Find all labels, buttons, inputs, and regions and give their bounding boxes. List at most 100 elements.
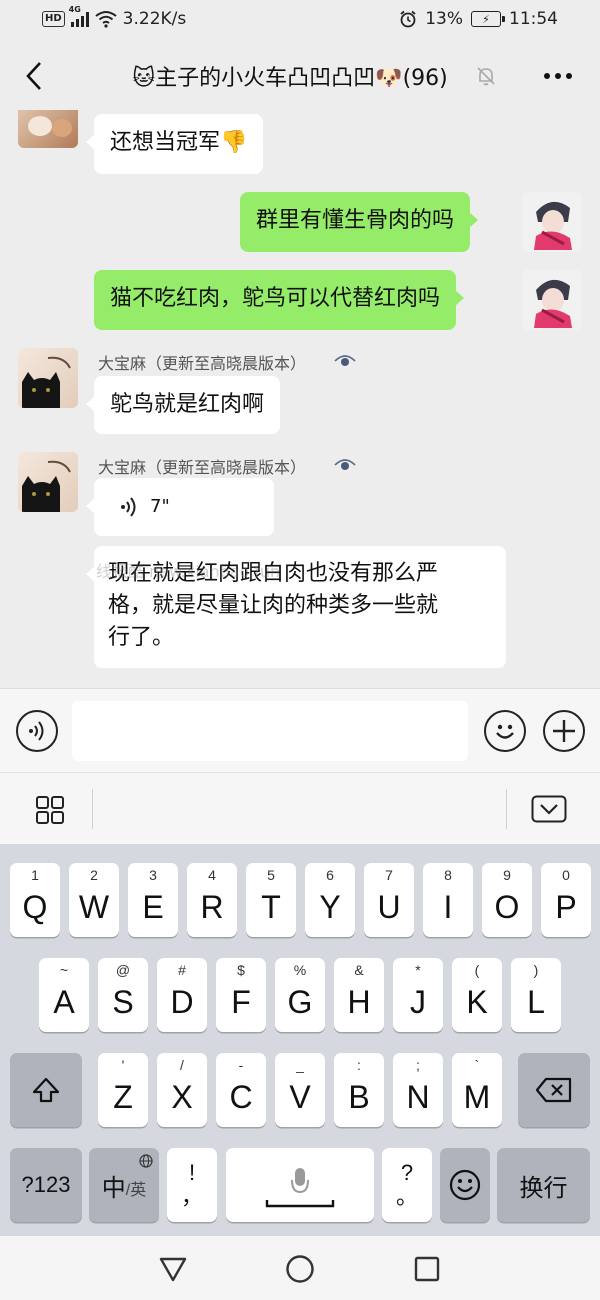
key-sub-label: * [415,962,421,978]
key-i[interactable]: 8I [423,863,473,937]
hd-badge: HD [42,11,65,27]
battery-charging-icon: ⚡ [471,11,505,27]
key-a[interactable]: ~ A [39,958,89,1032]
key-label: ， [180,1184,203,1209]
my-avatar[interactable] [522,270,582,330]
key-label: C [229,1078,253,1115]
wifi-icon [95,11,117,28]
nav-recents-button[interactable] [410,1252,444,1286]
shift-key[interactable] [10,1053,82,1127]
key-sub-label: 0 [562,867,570,883]
cat-avatar-image [28,116,72,137]
backspace-icon [535,1077,572,1103]
message-text: 还想当冠军👎 [110,130,248,155]
key-sub-label: 5 [267,867,275,883]
message-input[interactable] [72,701,468,761]
key-label: L [527,983,545,1020]
plus-button[interactable] [543,710,585,752]
avatar[interactable] [18,110,78,148]
punctuation-key[interactable]: ! ， [167,1148,217,1222]
message-bubble-outgoing[interactable]: 猫不吃红肉，鸵鸟可以代替红肉吗 [94,270,465,330]
voice-message-bubble[interactable]: 7" [86,478,274,536]
emoji-key[interactable] [440,1148,490,1222]
key-k[interactable]: (K [452,958,502,1032]
key-label: N [406,1078,430,1115]
message-bubble[interactable]: 现在就是红肉跟白肉也没有那么严 格，就是尽量让肉的种类多一些就 行了。 [86,546,506,668]
key-g[interactable]: % G [275,958,325,1032]
space-key[interactable] [226,1148,374,1222]
hide-keyboard-icon[interactable] [531,795,567,823]
enter-key[interactable]: 换行 [497,1148,590,1222]
key-d[interactable]: # D [157,958,207,1032]
key-y[interactable]: 6Y [305,863,355,937]
voice-duration: 7" [150,496,170,517]
chat-header: 🐱主子的小火车凸凹凸凹🐶(96) [0,42,600,110]
avatar[interactable] [18,348,78,408]
key-s[interactable]: @ S [98,958,148,1032]
key-r[interactable]: 4R [187,863,237,937]
key-n[interactable]: ; N [393,1053,443,1127]
message-bubble[interactable]: 鸵鸟就是红肉啊 [85,376,281,434]
key-label: G [287,983,313,1020]
chevron-left-icon [26,62,41,90]
grid-menu-icon[interactable] [35,795,65,825]
key-j[interactable]: * J [393,958,443,1032]
backspace-key[interactable] [518,1053,590,1127]
network-speed: 3.22K/s [122,9,187,29]
key-p[interactable]: 0P [541,863,591,937]
numbers-key[interactable]: ?123 [10,1148,82,1222]
key-sub-label: 6 [326,867,334,883]
key-label: S [112,983,134,1020]
toolbar-divider [506,789,507,829]
key-h[interactable]: & H [334,958,384,1032]
voice-input-button[interactable] [16,710,58,752]
key-label: O [494,888,520,925]
anime-avatar-image [534,279,572,328]
message-bubble-outgoing[interactable]: 群里有懂生骨肉的吗 [240,192,479,252]
message-list[interactable]: 还想当冠军👎 群里有懂生骨肉的吗 猫不吃红肉，鸵鸟可以代替红肉吗 大宝麻（更新至… [0,110,600,688]
key-m[interactable]: ` M [452,1053,502,1127]
key-t[interactable]: 5T [246,863,296,937]
message-text: 群里有懂生骨肉的吗 [256,208,455,233]
key-label: B [348,1078,370,1115]
key-sub-label: ` [474,1057,480,1073]
avatar[interactable] [18,452,78,512]
punctuation-key-2[interactable]: ? 。 [382,1148,432,1222]
key-x[interactable]: / X [157,1053,207,1127]
key-q[interactable]: 1Q [10,863,60,937]
nav-back-button[interactable] [156,1252,190,1286]
nav-home-button[interactable] [283,1252,317,1286]
key-label: Q [22,888,48,925]
back-button[interactable] [14,54,54,98]
black-cat-avatar-image [22,356,71,408]
more-button[interactable] [538,64,578,88]
key-u[interactable]: 7U [364,863,414,937]
emoji-icon [449,1169,481,1201]
key-w[interactable]: 2W [69,863,119,937]
key-z[interactable]: ' Z [98,1053,148,1127]
key-sub-label: ~ [59,962,69,978]
key-label: J [410,983,426,1020]
key-sub-label: / [180,1057,184,1073]
key-sub-label: ; [416,1057,420,1073]
signal-icon: 4G [69,5,89,27]
key-sub-label: ) [533,962,539,978]
more-dots-icon [544,73,572,79]
sender-name: 大宝麻（更新至高晓晨版本） [98,354,307,373]
key-label: K [466,983,488,1020]
my-avatar[interactable] [522,192,582,252]
key-f[interactable]: $ F [216,958,266,1032]
language-switch-key[interactable]: 中/英 [89,1148,159,1222]
key-b[interactable]: :B [334,1053,384,1127]
key-sub-label: 1 [31,867,39,883]
key-v[interactable]: _ V [275,1053,325,1127]
key-o[interactable]: 9O [482,863,532,937]
message-bubble[interactable]: 还想当冠军👎 [85,114,264,174]
emoji-button[interactable] [484,710,526,752]
toolbar-divider [92,789,93,829]
key-l[interactable]: ) L [511,958,561,1032]
key-sub-label: $ [237,962,245,978]
black-cat-avatar-image [22,460,71,512]
key-c[interactable]: -C [216,1053,266,1127]
key-e[interactable]: 3E [128,863,178,937]
